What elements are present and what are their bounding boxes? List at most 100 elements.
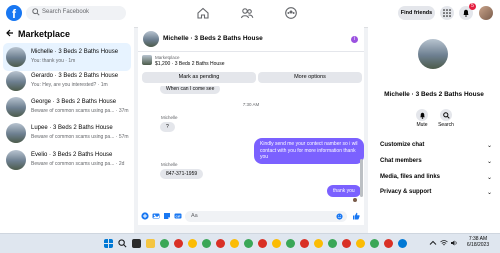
details-name: Michelle · 3 Beds 2 Baths House [384, 91, 484, 98]
chrome-icon[interactable] [244, 239, 253, 248]
chrome-icon[interactable] [188, 239, 197, 248]
mark-as-pending-button[interactable]: Mark as pending [142, 72, 256, 83]
conversation-title: George · 3 Beds 2 Baths House [31, 99, 117, 105]
more-options-button[interactable]: More options [258, 72, 362, 83]
message-composer: GIF Aa [138, 208, 364, 225]
search-box[interactable]: Search Facebook [26, 6, 126, 20]
chrome-icon[interactable] [314, 239, 323, 248]
system-clock[interactable]: 7:38 AM 6/18/2023 [463, 236, 493, 248]
conversation-title: Michelle · 3 Beds 2 Baths House [31, 49, 119, 55]
sender-name: Michelle [161, 162, 178, 167]
seen-avatar [353, 198, 357, 202]
listing-thumbnail [6, 97, 26, 117]
task-view-icon[interactable] [132, 239, 141, 248]
chrome-icon[interactable] [286, 239, 295, 248]
notifications-button[interactable]: 5 [459, 3, 476, 20]
chrome-icon[interactable] [300, 239, 309, 248]
emoji-icon[interactable] [336, 213, 343, 220]
conversation-preview: Beware of common scams using pa... · 37m [31, 108, 129, 114]
groups-icon[interactable] [284, 6, 298, 20]
incoming-message: When can I come see [160, 86, 221, 94]
search-icon[interactable] [118, 239, 127, 248]
home-icon[interactable] [196, 6, 210, 20]
wifi-icon[interactable] [440, 239, 448, 247]
conversation-preview: You: Hey, are you interested? · 1m [31, 82, 108, 88]
chevron-down-icon: ⌄ [486, 143, 492, 149]
svg-text:GIF: GIF [176, 215, 181, 219]
conversation-item[interactable]: Evelio · 3 Beds 2 Baths House Beware of … [3, 146, 131, 174]
incoming-message: 847-371-1959 [160, 169, 204, 179]
chevron-up-icon[interactable] [429, 239, 437, 247]
chat-header: Michelle · 3 Beds 2 Baths House i [138, 27, 364, 52]
chrome-icon[interactable] [370, 239, 379, 248]
chrome-icon[interactable] [202, 239, 211, 248]
search-label: Search [438, 122, 454, 128]
outgoing-message: Kindly send me your contect namber so i … [254, 138, 364, 164]
conversation-item[interactable]: Lupee · 3 Beds 2 Baths House Beware of c… [3, 119, 131, 147]
chevron-down-icon: ⌄ [486, 175, 492, 181]
bell-icon [463, 9, 469, 17]
top-navigation-bar: f Search Facebook Find friends 5 [0, 0, 500, 28]
search-icon [32, 8, 40, 16]
chrome-icon[interactable] [160, 239, 169, 248]
media-files-links-section[interactable]: Media, files and links ⌄ [380, 174, 492, 181]
chrome-icon[interactable] [272, 239, 281, 248]
scrollbar[interactable] [360, 159, 363, 197]
facebook-logo[interactable]: f [6, 5, 22, 21]
chat-title[interactable]: Michelle · 3 Beds 2 Baths House [163, 35, 263, 42]
chat-avatar[interactable] [143, 31, 159, 47]
clock-date: 6/18/2023 [466, 242, 490, 248]
chrome-icon[interactable] [216, 239, 225, 248]
conversation-title: Gerardo · 3 Beds 2 Baths House [31, 73, 119, 79]
sidebar-title: Marketplace [18, 29, 71, 39]
menu-button[interactable] [440, 6, 454, 20]
sender-name: Michelle [161, 115, 178, 120]
notification-count-badge: 5 [469, 3, 476, 10]
conversation-title: Lupee · 3 Beds 2 Baths House [31, 125, 113, 131]
chrome-icon[interactable] [328, 239, 337, 248]
search-icon [442, 111, 450, 119]
mute-label: Mute [416, 122, 428, 128]
customize-chat-section[interactable]: Customize chat ⌄ [380, 142, 492, 149]
chrome-icon[interactable] [174, 239, 183, 248]
speaker-icon[interactable] [450, 239, 458, 247]
file-explorer-icon[interactable] [146, 239, 155, 248]
add-icon[interactable] [141, 212, 149, 220]
privacy-support-section[interactable]: Privacy & support ⌄ [380, 189, 492, 196]
conversation-title: Evelio · 3 Beds 2 Baths House [31, 152, 113, 158]
listing-price-title[interactable]: $1,200 · 3 Beds 2 Baths House [155, 61, 225, 67]
chevron-down-icon: ⌄ [486, 159, 492, 165]
conversation-preview: Beware of common scams using pa... · 57m [31, 134, 129, 140]
chrome-icon[interactable] [342, 239, 351, 248]
listing-thumbnail[interactable] [142, 55, 152, 65]
sidebar-header: Marketplace [6, 29, 70, 41]
outgoing-message: thank you [327, 185, 361, 197]
chrome-icon[interactable] [398, 239, 407, 248]
thumbs-up-icon[interactable] [352, 212, 360, 220]
chat-members-section[interactable]: Chat members ⌄ [380, 158, 492, 165]
conversation-item[interactable]: Gerardo · 3 Beds 2 Baths House You: Hey,… [3, 67, 131, 95]
incoming-message: ? [160, 122, 175, 132]
chrome-icon[interactable] [384, 239, 393, 248]
windows-start-icon[interactable] [104, 239, 113, 248]
chrome-icon[interactable] [230, 239, 239, 248]
friends-icon[interactable] [240, 6, 254, 20]
photo-icon[interactable] [152, 212, 160, 220]
message-input-placeholder: Aa [191, 213, 198, 219]
back-arrow-icon[interactable] [6, 29, 14, 37]
message-thread[interactable]: When can I come see 7:30 AM Michelle ? K… [138, 86, 364, 211]
sticker-icon[interactable] [163, 212, 171, 220]
windows-taskbar: 7:38 AM 6/18/2023 [0, 233, 500, 253]
info-icon[interactable]: i [351, 36, 358, 43]
search-in-conversation-button[interactable]: Search [434, 109, 458, 128]
chrome-icon[interactable] [356, 239, 365, 248]
account-avatar[interactable] [479, 6, 493, 20]
find-friends-button[interactable]: Find friends [398, 6, 435, 20]
gif-icon[interactable]: GIF [174, 212, 182, 220]
message-input[interactable]: Aa [185, 211, 347, 222]
listing-thumbnail [6, 150, 26, 170]
chrome-icon[interactable] [258, 239, 267, 248]
listing-avatar[interactable] [418, 39, 448, 69]
mute-button[interactable]: Mute [410, 109, 434, 128]
conversation-item[interactable]: George · 3 Beds 2 Baths House Beware of … [3, 93, 131, 121]
